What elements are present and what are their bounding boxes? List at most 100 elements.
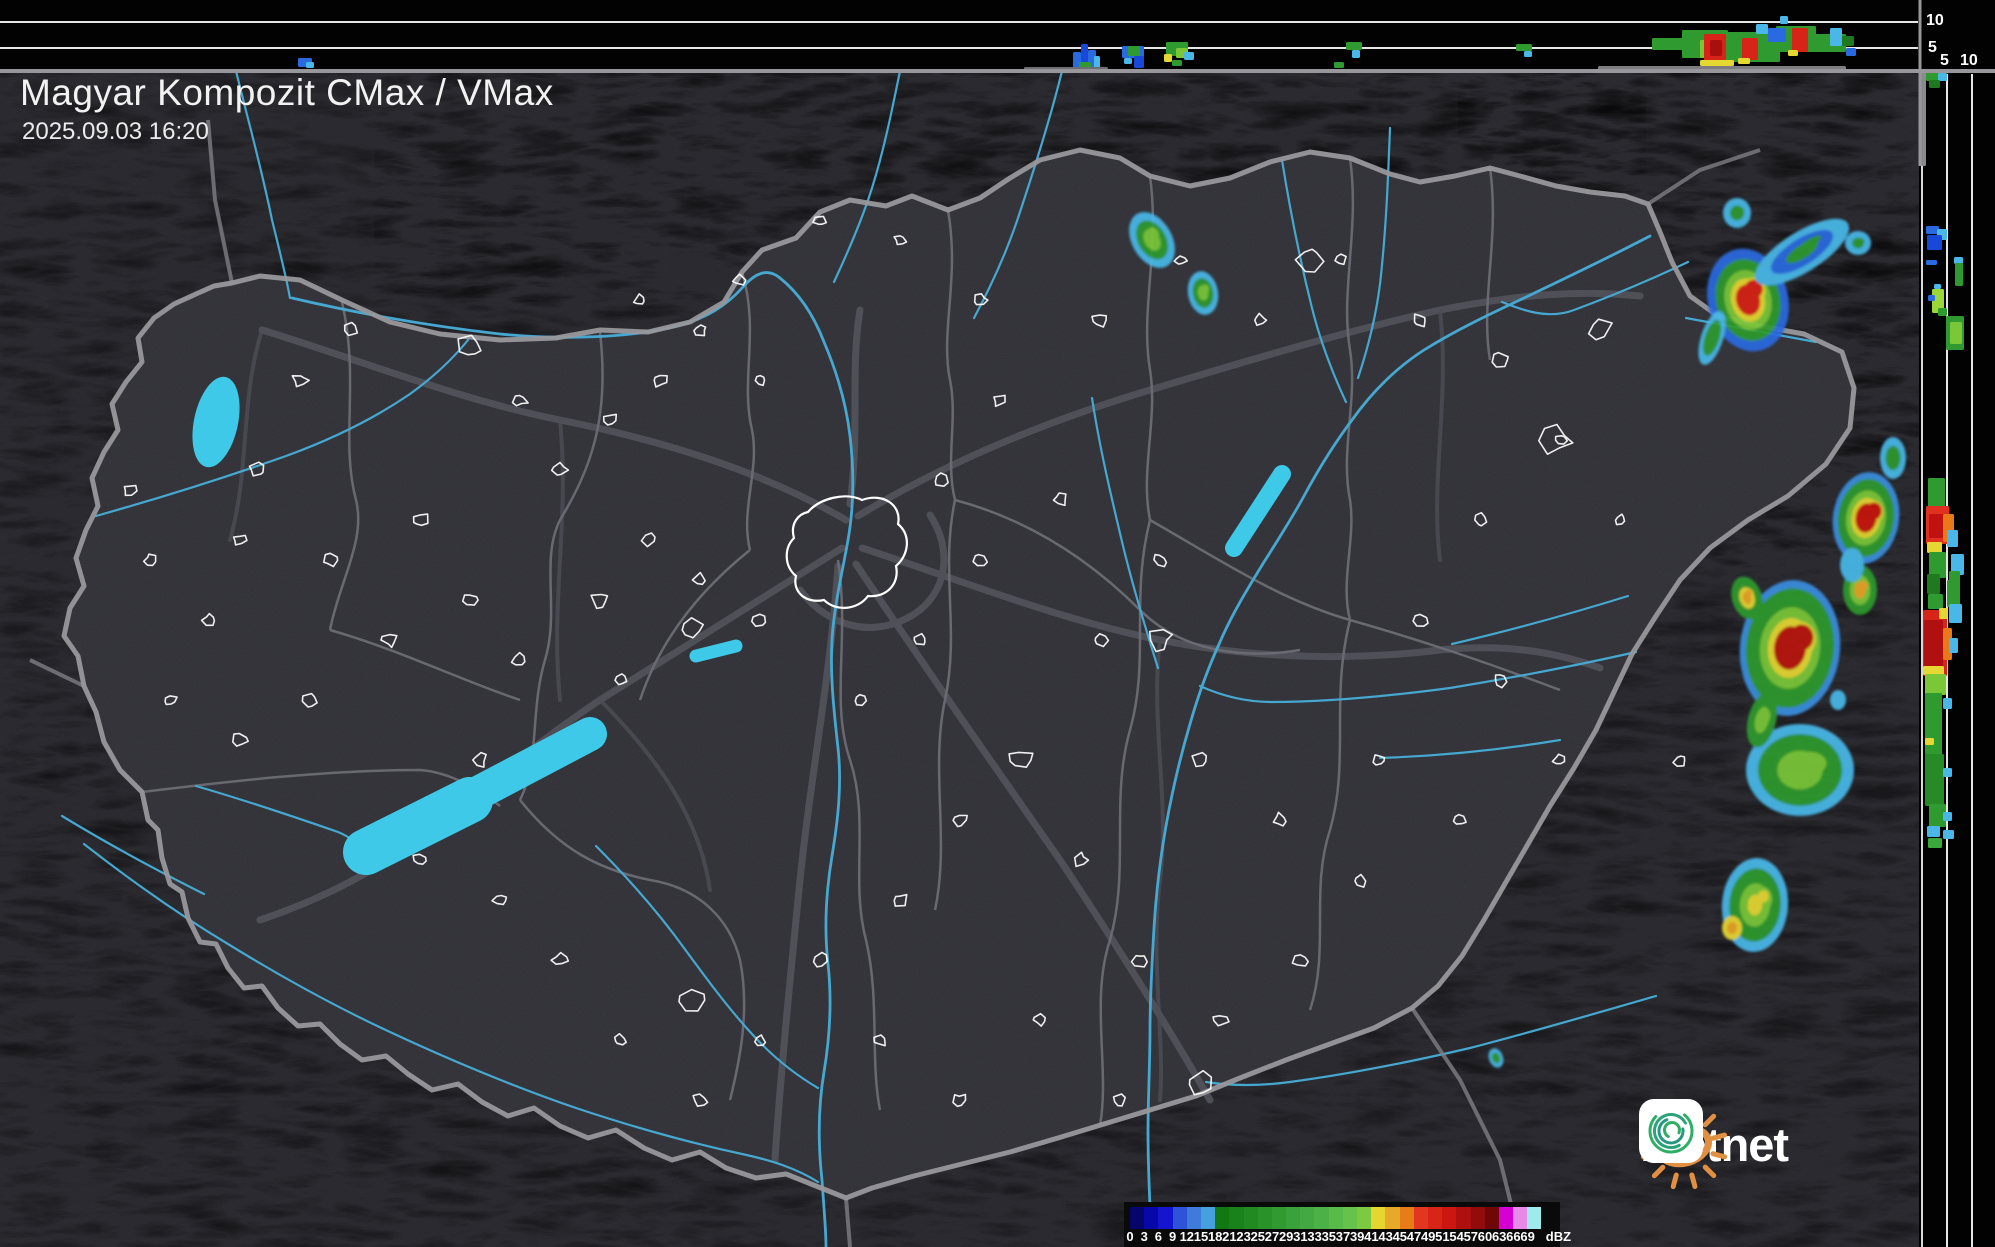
legend-tick-label: 43 (1378, 1229, 1392, 1244)
legend-stop (1258, 1207, 1272, 1229)
legend-stop (1414, 1207, 1428, 1229)
profile-echo-pixel (1943, 698, 1952, 709)
profile-echo-pixel (1939, 608, 1948, 619)
profile-echo-pixel (1780, 16, 1788, 24)
profile-echo-pixel (1950, 322, 1962, 344)
radar-cell (1722, 916, 1742, 940)
right-profile-strip (1919, 0, 1995, 1247)
legend-stop (1513, 1207, 1527, 1229)
profile-echo-pixel (1925, 674, 1946, 695)
legend-stop (1485, 1207, 1499, 1229)
legend-tick-label: 51 (1435, 1229, 1449, 1244)
legend-stop (1130, 1207, 1144, 1229)
legend-stop (1201, 1207, 1215, 1229)
dbz-colorbar (1130, 1207, 1541, 1229)
legend-stop (1187, 1207, 1201, 1229)
profile-echo-pixel (1927, 826, 1940, 837)
profile-echo-pixel (1352, 50, 1360, 58)
radar-cell (1880, 437, 1906, 479)
legend-stop (1428, 1207, 1442, 1229)
profile-echo-pixel (1928, 594, 1943, 609)
legend-tick-label: 3 (1141, 1229, 1148, 1244)
legend-stop (1357, 1207, 1371, 1229)
profile-echo-pixel (1927, 235, 1942, 250)
page-title: Magyar Kompozit CMax / VMax (20, 72, 554, 114)
legend-stop (1314, 1207, 1328, 1229)
profile-echo-pixel (1938, 308, 1947, 316)
legend-stop (1456, 1207, 1470, 1229)
legend-tick-label: 66 (1506, 1229, 1520, 1244)
legend-stop (1371, 1207, 1385, 1229)
profile-echo-pixel (1927, 574, 1940, 594)
profile-echo-pixel (1925, 754, 1944, 806)
legend-unit-label: dBZ (1546, 1229, 1571, 1244)
legend-stop (1329, 1207, 1343, 1229)
radar-composite-app: Magyar Kompozit CMax / VMax 2025.09.03 1… (0, 0, 1995, 1247)
legend-stop (1385, 1207, 1399, 1229)
legend-stop (1286, 1207, 1300, 1229)
profile-echo-pixel (1954, 257, 1963, 264)
timestamp: 2025.09.03 16:20 (22, 118, 209, 146)
profile-echo-pixel (1710, 40, 1722, 56)
profile-echo-pixel (1929, 80, 1940, 88)
profile-echo-pixel (1792, 28, 1808, 52)
legend-tick-label: 39 (1350, 1229, 1364, 1244)
legend-stop (1173, 1207, 1187, 1229)
legend-tick-label: 6 (1155, 1229, 1162, 1244)
legend-tick-label: 47 (1407, 1229, 1421, 1244)
legend-stop (1442, 1207, 1456, 1229)
profile-echo-pixel (1846, 48, 1856, 56)
profile-echo-pixel (1516, 44, 1532, 51)
top-axis-5km-label: 5 (1928, 40, 1937, 56)
metnet-logo[interactable]: metnet (1638, 1098, 1798, 1190)
legend-tick-label: 35 (1322, 1229, 1336, 1244)
profile-echo-pixel (1949, 638, 1958, 653)
profile-echo-pixel (1840, 36, 1854, 46)
profile-echo-pixel (1134, 56, 1144, 68)
profile-echo-pixel (1184, 52, 1194, 60)
legend-tick-label: 12 (1180, 1229, 1194, 1244)
profile-echo-pixel (1768, 28, 1786, 42)
profile-echo-pixel (1738, 58, 1750, 64)
profile-echo-pixel (1124, 58, 1132, 64)
legend-stop (1244, 1207, 1258, 1229)
profile-echo-pixel (1788, 50, 1798, 56)
top-axis-10km-label: 10 (1926, 13, 1944, 29)
legend-tick-label: 25 (1251, 1229, 1265, 1244)
legend-tick-label: 0 (1126, 1229, 1133, 1244)
legend-tick-label: 57 (1464, 1229, 1478, 1244)
radar-map-canvas (0, 0, 1995, 1247)
legend-tick-label: 31 (1293, 1229, 1307, 1244)
legend-tick-label: 21 (1222, 1229, 1236, 1244)
legend-stop (1144, 1207, 1158, 1229)
profile-echo-pixel (1947, 530, 1958, 547)
dbz-legend: 0369121518212325272931333537394143454749… (1124, 1202, 1560, 1247)
legend-tick-label: 49 (1421, 1229, 1435, 1244)
profile-echo-pixel (1928, 838, 1942, 848)
profile-echo-pixel (1938, 73, 1947, 81)
profile-echo-pixel (1947, 580, 1960, 607)
radar-cell (1723, 198, 1751, 228)
legend-stop (1471, 1207, 1485, 1229)
profile-echo-pixel (1742, 38, 1758, 60)
profile-echo-pixel (1172, 60, 1182, 66)
profile-echo-pixel (1929, 514, 1944, 538)
top-profile-strip (0, 0, 1920, 71)
profile-echo-pixel (1924, 620, 1943, 666)
profile-echo-pixel (1923, 666, 1944, 675)
profile-echo-pixel (1927, 542, 1942, 553)
profile-echo-pixel (1943, 830, 1954, 839)
legend-stop (1215, 1207, 1229, 1229)
profile-echo-pixel (1128, 46, 1140, 56)
legend-stop (1158, 1207, 1172, 1229)
profile-echo-pixel (1955, 263, 1963, 286)
profile-echo-pixel (1830, 28, 1842, 46)
profile-echo-pixel (1934, 284, 1941, 289)
profile-echo-pixel (1094, 56, 1100, 68)
profile-echo-pixel (1921, 70, 1926, 166)
radar-cell (1845, 231, 1871, 255)
legend-tick-label: 41 (1364, 1229, 1378, 1244)
profile-echo-pixel (1943, 768, 1952, 777)
legend-tick-label: 15 (1194, 1229, 1208, 1244)
profile-echo-pixel (1925, 693, 1942, 755)
